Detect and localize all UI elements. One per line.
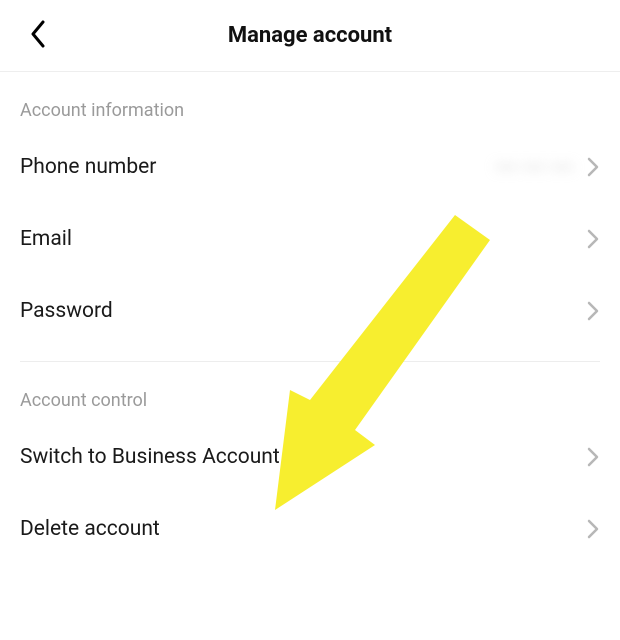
page-title: Manage account	[228, 23, 392, 48]
row-label: Delete account	[20, 517, 160, 541]
row-label: Phone number	[20, 155, 156, 179]
phone-number-value: ••• ••• •••	[496, 156, 574, 179]
row-email[interactable]: Email	[0, 203, 620, 275]
header: Manage account	[0, 0, 620, 72]
row-delete-account[interactable]: Delete account	[0, 493, 620, 565]
row-label: Email	[20, 227, 72, 251]
back-button[interactable]	[18, 16, 58, 56]
row-label: Switch to Business Account	[20, 445, 280, 469]
section-header-account-control: Account control	[0, 362, 620, 421]
chevron-right-icon	[586, 300, 600, 322]
section-header-account-info: Account information	[0, 72, 620, 131]
row-password[interactable]: Password	[0, 275, 620, 347]
row-label: Password	[20, 299, 113, 323]
chevron-right-icon	[586, 228, 600, 250]
chevron-right-icon	[586, 518, 600, 540]
chevron-right-icon	[586, 156, 600, 178]
row-switch-to-business[interactable]: Switch to Business Account	[0, 421, 620, 493]
row-phone-number[interactable]: Phone number ••• ••• •••	[0, 131, 620, 203]
chevron-right-icon	[586, 446, 600, 468]
chevron-left-icon	[29, 20, 47, 52]
